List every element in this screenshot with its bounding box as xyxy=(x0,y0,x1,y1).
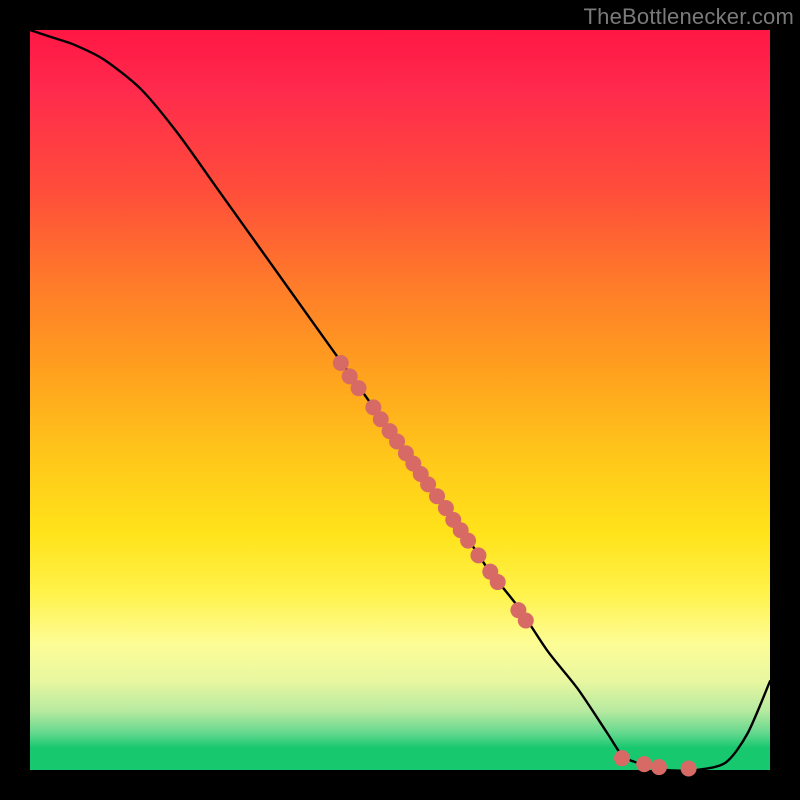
data-marker xyxy=(460,533,476,549)
data-marker xyxy=(614,750,630,766)
data-marker xyxy=(651,759,667,775)
watermark-text: TheBottlenecker.com xyxy=(584,4,794,30)
data-marker xyxy=(636,756,652,772)
data-marker xyxy=(333,355,349,371)
data-markers-group xyxy=(333,355,697,777)
chart-svg xyxy=(30,30,770,770)
data-marker xyxy=(490,574,506,590)
data-marker xyxy=(470,547,486,563)
data-marker xyxy=(681,761,697,777)
plot-area xyxy=(30,30,770,770)
bottleneck-curve-line xyxy=(30,30,770,771)
data-marker xyxy=(518,613,534,629)
chart-stage: TheBottlenecker.com xyxy=(0,0,800,800)
data-marker xyxy=(351,380,367,396)
